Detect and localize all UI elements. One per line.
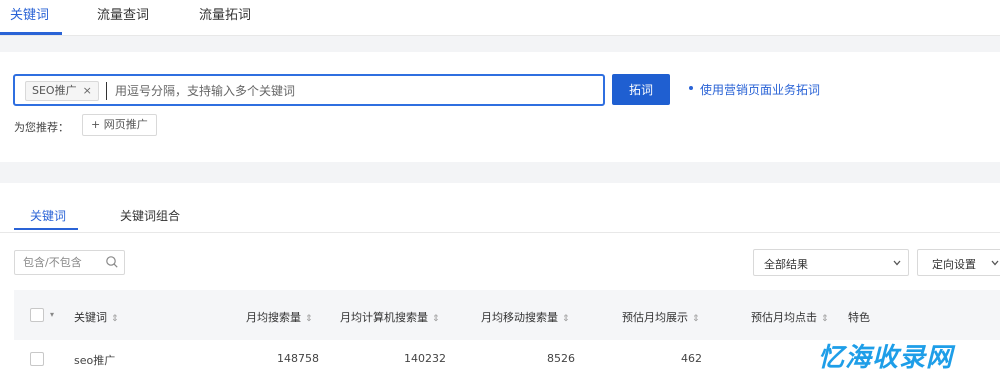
chevron-down-icon [991,260,999,266]
chevron-down-icon [893,260,901,266]
watermark-logo: 忆海收录网 [818,343,954,373]
close-icon[interactable]: × [83,84,92,97]
table-header: ▾ 关键词 ⇕ 月均搜索量 ⇕ 月均计算机搜索量 ⇕ 月均移动搜索量 ⇕ 预估月均展示 ⇕… [14,290,1000,340]
chevron-down-icon[interactable]: ▾ [50,310,54,319]
cell-mobile: 8526 [547,352,575,365]
keyword-chip-label: SEO推广 [32,84,77,97]
search-icon[interactable] [105,255,119,269]
col-monthly-search[interactable]: 月均搜索量 ⇕ [246,309,313,325]
subtab-keyword-combo[interactable]: 关键词组合 [120,207,180,224]
cell-pc: 140232 [404,352,446,365]
search-panel: SEO推广 × 拓词 使用营销页面业务拓词 为您推荐： + 网页推广 [0,52,1000,162]
cell-impressions: 462 [681,352,702,365]
sort-icon: ⇕ [692,314,700,324]
sort-icon: ⇕ [111,314,119,324]
result-scope-select[interactable]: 全部结果 [753,249,909,276]
tab-keyword[interactable]: 关键词 [10,4,49,23]
sort-icon: ⇕ [432,314,440,324]
cell-keyword: seo推广 [74,354,116,367]
keyword-search-box[interactable]: SEO推广 × [13,74,605,106]
active-subtab-indicator [14,228,78,230]
select-all-checkbox[interactable] [30,308,44,322]
active-tab-indicator [0,32,62,35]
col-keyword[interactable]: 关键词 ⇕ [74,309,119,325]
filter-box[interactable] [14,250,125,275]
text-caret [106,82,107,100]
tab-traffic-query[interactable]: 流量查词 [97,4,149,23]
subtab-keyword[interactable]: 关键词 [30,207,66,224]
cell-monthly: 148758 [277,352,319,365]
bullet-icon [689,86,693,90]
row-checkbox[interactable] [30,352,44,366]
result-scope-value: 全部结果 [764,258,808,271]
recommend-chip[interactable]: + 网页推广 [82,114,157,136]
col-mobile-search[interactable]: 月均移动搜索量 ⇕ [481,309,570,325]
targeting-settings-label: 定向设置 [932,258,976,271]
col-feature: 特色 [848,311,870,324]
search-input[interactable] [115,80,585,102]
keyword-chip: SEO推广 × [25,81,99,101]
col-est-impressions[interactable]: 预估月均展示 ⇕ [622,309,700,325]
sort-icon: ⇕ [821,314,829,324]
sort-icon: ⇕ [305,314,313,324]
col-est-clicks[interactable]: 预估月均点击 ⇕ [751,309,829,325]
tab-traffic-expand[interactable]: 流量拓词 [199,4,251,23]
recommend-label: 为您推荐： [14,121,69,134]
sort-icon: ⇕ [562,314,570,324]
targeting-settings-select[interactable]: 定向设置 [917,249,1000,276]
business-expand-link[interactable]: 使用营销页面业务拓词 [700,81,820,98]
top-tab-bar: 关键词 流量查词 流量拓词 [0,0,1000,36]
filter-input[interactable] [23,254,101,271]
divider [0,232,1000,233]
col-pc-search[interactable]: 月均计算机搜索量 ⇕ [340,309,440,325]
expand-keywords-button[interactable]: 拓词 [612,74,670,105]
